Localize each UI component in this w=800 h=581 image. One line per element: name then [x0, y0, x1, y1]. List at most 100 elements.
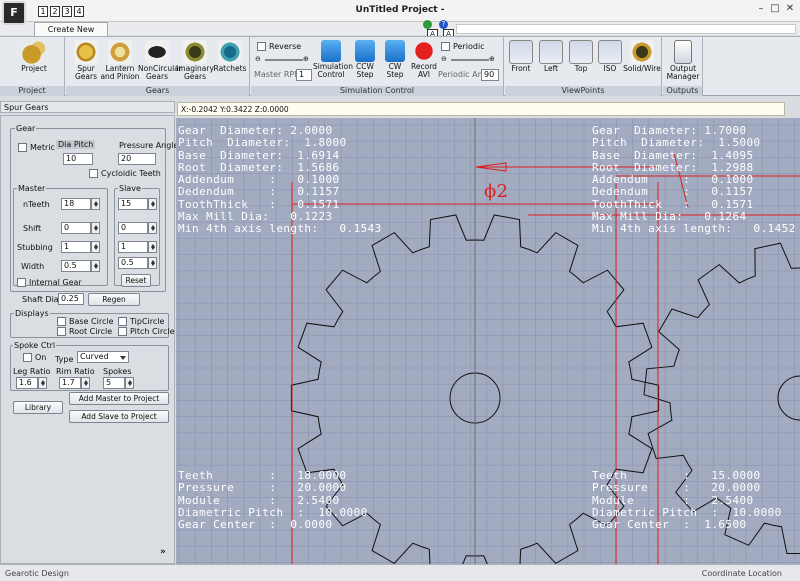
regen-button[interactable]: Regen: [88, 293, 140, 306]
spoke-on-checkbox[interactable]: [23, 353, 32, 362]
help-icon[interactable]: ?: [439, 20, 448, 29]
slider-minus-icon[interactable]: ⊖: [255, 55, 261, 63]
dia-pitch-input[interactable]: 10: [63, 153, 93, 165]
tip-circle-label: TipCircle: [130, 317, 165, 326]
master-nteeth-input[interactable]: 18: [61, 198, 91, 210]
view-left-button[interactable]: Left: [537, 40, 565, 73]
spoke-type-select[interactable]: Curved: [77, 351, 129, 363]
tip-circle-checkbox[interactable]: [118, 317, 127, 326]
pitch-circle-checkbox[interactable]: [118, 327, 127, 336]
slave-width-spinner[interactable]: [148, 257, 157, 269]
spur-gears-button[interactable]: Spur Gears: [70, 40, 102, 81]
status-right-text: Coordinate Location: [701, 569, 782, 578]
master-width-spinner[interactable]: [91, 260, 100, 272]
metric-checkbox[interactable]: [18, 143, 27, 152]
solid-wire-button[interactable]: Solid/Wire: [623, 40, 661, 73]
coordinate-readout: X:-0.2042 Y:0.3422 Z:0.0000: [177, 102, 785, 116]
close-button[interactable]: ✕: [783, 3, 797, 14]
metric-label: Metric: [30, 143, 55, 152]
pressure-angle-input[interactable]: 20: [118, 153, 156, 165]
periodic-checkbox[interactable]: [441, 42, 450, 51]
group-label: Outputs: [663, 86, 702, 96]
slider-plus-icon[interactable]: ⊕: [303, 55, 309, 63]
gear-viewport[interactable]: Gear Diameter: 2.0000 Pitch Diameter: 1.…: [176, 118, 800, 564]
title-bar: 1 2 3 4 UnTitled Project - – □ ✕: [0, 0, 800, 22]
tab-create-new-gears[interactable]: Create New Gears: [34, 22, 108, 47]
spokes-input[interactable]: 5: [103, 377, 125, 389]
group-gears: Spur Gears Lantern and Pinion NonCircula…: [66, 37, 250, 96]
master-nteeth-spinner[interactable]: [91, 198, 100, 210]
slave-stubbing-input[interactable]: 1: [118, 241, 148, 253]
info-icon[interactable]: [423, 20, 432, 29]
periodic-angle-input[interactable]: 90: [481, 69, 499, 81]
nteeth-label: nTeeth: [23, 200, 50, 209]
view-iso-button[interactable]: ISO: [596, 40, 624, 73]
leg-ratio-label: Leg Ratio: [13, 367, 51, 376]
reset-button[interactable]: Reset: [121, 274, 151, 287]
slave-legend: Slave: [118, 184, 142, 193]
root-circle-label: Root Circle: [69, 327, 113, 336]
internal-gear-label: Internal Gear: [29, 278, 82, 287]
width-label: Width: [21, 262, 45, 271]
ccw-step-button[interactable]: CCW Step: [351, 40, 379, 79]
slave-shift-spinner[interactable]: [148, 222, 157, 234]
status-bar: Gearotic Design Coordinate Location: [0, 564, 800, 581]
maximize-button[interactable]: □: [768, 3, 782, 14]
simulation-control-button[interactable]: Simulation Control: [313, 40, 353, 79]
master-width-input[interactable]: 0.5: [61, 260, 91, 272]
master-gear-params: Teeth : 18.0000 Pressure : 20.0000 Modul…: [178, 469, 368, 532]
master-stubbing-input[interactable]: 1: [61, 241, 91, 253]
slave-stubbing-spinner[interactable]: [148, 241, 157, 253]
master-rpm-slider[interactable]: [265, 59, 303, 61]
add-master-button[interactable]: Add Master to Project: [69, 392, 169, 405]
master-shift-input[interactable]: 0: [61, 222, 91, 234]
ratchets-button[interactable]: Ratchets: [213, 40, 247, 73]
spokes-spinner[interactable]: [125, 377, 134, 389]
slave-width-input[interactable]: 0.5: [118, 257, 148, 269]
view-front-button[interactable]: Front: [507, 40, 535, 73]
noncircular-gears-button[interactable]: NonCircular Gears: [138, 40, 182, 81]
app-menu-button[interactable]: F: [2, 1, 26, 25]
add-slave-button[interactable]: Add Slave to Project: [69, 410, 169, 423]
internal-gear-checkbox[interactable]: [17, 278, 26, 287]
gear-legend: Gear: [15, 124, 37, 133]
output-manager-button[interactable]: Output Manager: [665, 40, 701, 81]
root-circle-checkbox[interactable]: [57, 327, 66, 336]
slave-shift-input[interactable]: 0: [118, 222, 148, 234]
minimize-button[interactable]: –: [754, 3, 768, 14]
view-top-button[interactable]: Top: [567, 40, 595, 73]
diameter-dimension-label: ϕ2: [484, 181, 509, 202]
library-button[interactable]: Library: [13, 401, 63, 414]
slave-nteeth-input[interactable]: 15: [118, 198, 148, 210]
leg-ratio-spinner[interactable]: [38, 377, 47, 389]
rim-ratio-input[interactable]: 1.7: [59, 377, 81, 389]
shaft-dia-input[interactable]: 0.25: [58, 293, 84, 305]
periodic-angle-slider[interactable]: [451, 59, 489, 61]
panel-expand-icon[interactable]: »: [160, 547, 166, 557]
view-front-icon: [509, 40, 533, 64]
spoke-on-label: On: [35, 353, 47, 362]
base-circle-checkbox[interactable]: [57, 317, 66, 326]
cw-step-button[interactable]: CW Step: [381, 40, 409, 79]
cycloidic-teeth-checkbox[interactable]: [89, 169, 98, 178]
master-rpm-input[interactable]: 1: [296, 69, 312, 81]
slave-nteeth-spinner[interactable]: [148, 198, 157, 210]
base-circle-label: Base Circle: [69, 317, 114, 326]
master-shift-spinner[interactable]: [91, 222, 100, 234]
master-stubbing-spinner[interactable]: [91, 241, 100, 253]
group-simulation-control: Reverse ⊖ ⊕ Master RPM 1 Simulation Cont…: [251, 37, 504, 96]
project-button[interactable]: Project: [16, 40, 52, 73]
record-avi-button[interactable]: Record AVI: [409, 40, 439, 79]
imaginary-gears-button[interactable]: Imaginary Gears: [176, 40, 214, 81]
dia-pitch-label: Dia Pitch: [56, 140, 96, 149]
slider-plus-icon[interactable]: ⊕: [489, 55, 495, 63]
rim-ratio-spinner[interactable]: [81, 377, 90, 389]
leg-ratio-input[interactable]: 1.6: [16, 377, 38, 389]
reverse-checkbox[interactable]: [257, 42, 266, 51]
arrow-up-icon: [385, 40, 405, 62]
periodic-label: Periodic: [453, 42, 485, 51]
slave-gear-specs: Gear Diameter: 1.7000 Pitch Diameter: 1.…: [592, 124, 796, 236]
slider-minus-icon[interactable]: ⊖: [441, 55, 447, 63]
lantern-pinion-button[interactable]: Lantern and Pinion: [100, 40, 140, 81]
shaft-dia-label: Shaft Dia: [22, 295, 59, 304]
